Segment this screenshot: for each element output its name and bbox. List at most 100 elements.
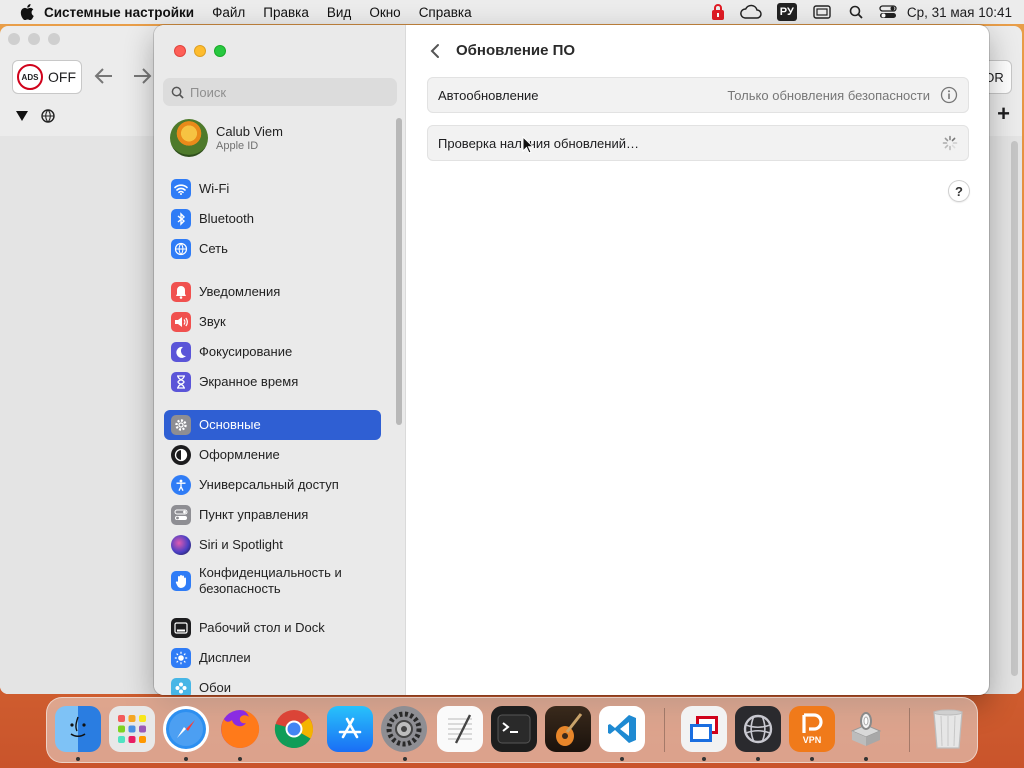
parallels-icon[interactable] <box>681 706 727 752</box>
finder-icon[interactable] <box>55 706 101 752</box>
search-input[interactable] <box>190 84 380 100</box>
sidebar-item-label: Конфиденциальность и безопасность <box>199 565 342 596</box>
sidebar-item-wallpaper[interactable]: Обои <box>164 673 381 695</box>
sidebar-item-desktop-dock[interactable]: Рабочий стол и Dock <box>164 613 381 643</box>
sidebar-item-label: Wi-Fi <box>199 181 230 196</box>
minimize-button[interactable] <box>28 33 40 45</box>
running-indicator <box>702 757 706 761</box>
firefox-icon[interactable] <box>217 706 263 752</box>
sidebar-item-label: Экранное время <box>199 374 299 389</box>
sidebar-item-label: Сеть <box>199 241 228 256</box>
forward-arrow-icon[interactable] <box>130 64 154 88</box>
menu-bar: Системные настройки Файл Правка Вид Окно… <box>0 0 1024 24</box>
sidebar-item-notifications[interactable]: Уведомления <box>164 277 381 307</box>
search-field[interactable] <box>163 78 397 106</box>
close-button[interactable] <box>8 33 20 45</box>
window-icon[interactable] <box>813 0 831 24</box>
zoom-button[interactable] <box>214 45 226 57</box>
dock-separator <box>909 708 910 752</box>
browser-scrollbar[interactable] <box>1011 141 1018 676</box>
sidebar-item-siri-spotlight[interactable]: Siri и Spotlight <box>164 530 381 560</box>
ads-toggle-button[interactable]: ADS OFF <box>12 60 82 94</box>
minimize-button[interactable] <box>194 45 206 57</box>
ads-state: OFF <box>48 69 76 85</box>
sidebar-item-appearance[interactable]: Оформление <box>164 440 381 470</box>
vscode-icon[interactable] <box>599 706 645 752</box>
sidebar-item-privacy-security[interactable]: Конфиденциальность и безопасность <box>164 560 381 602</box>
running-indicator <box>620 757 624 761</box>
bell-icon <box>171 282 191 302</box>
help-button[interactable]: ? <box>949 181 969 201</box>
system-settings-icon[interactable] <box>381 706 427 752</box>
sidebar-item-control-center[interactable]: Пункт управления <box>164 500 381 530</box>
sidebar-item-label: Фокусирование <box>199 344 293 359</box>
terminal-icon[interactable] <box>491 706 537 752</box>
running-indicator <box>403 757 407 761</box>
sidebar-item-label: Обои <box>199 680 232 695</box>
add-icon[interactable]: + <box>997 103 1010 125</box>
running-indicator <box>756 757 760 761</box>
input-source-badge[interactable]: РУ <box>776 0 797 24</box>
back-arrow-icon[interactable] <box>92 64 116 88</box>
sidebar-item-bluetooth[interactable]: Bluetooth <box>164 204 381 234</box>
sidebar-item-label: Дисплеи <box>199 650 251 665</box>
lock-icon[interactable] <box>711 0 725 24</box>
app-store-icon[interactable] <box>327 706 373 752</box>
toggles-icon <box>171 505 191 525</box>
sidebar-item-general[interactable]: Основные <box>164 410 381 440</box>
sidebar-item-label: Основные <box>199 417 261 432</box>
sidebar: Calub Viem Apple ID Wi-Fi Bluetooth Сеть… <box>154 25 406 695</box>
ads-badge: ADS <box>17 64 43 90</box>
menu-view[interactable]: Вид <box>318 5 360 20</box>
trash-icon[interactable] <box>925 706 971 752</box>
textedit-icon[interactable] <box>437 706 483 752</box>
chrome-icon[interactable] <box>271 706 317 752</box>
sidebar-scrollbar[interactable] <box>396 118 402 425</box>
control-center-icon[interactable] <box>879 0 897 24</box>
dock: VPN <box>46 697 978 763</box>
clock[interactable]: Ср, 31 мая 10:41 <box>907 5 1012 20</box>
app-menu[interactable]: Системные настройки <box>38 5 203 20</box>
running-indicator <box>864 757 868 761</box>
globe-icon <box>171 239 191 259</box>
avatar <box>170 119 208 157</box>
menu-window[interactable]: Окно <box>360 5 409 20</box>
sidebar-item-accessibility[interactable]: Универсальный доступ <box>164 470 381 500</box>
back-button[interactable] <box>425 41 445 61</box>
sidebar-item-sound[interactable]: Звук <box>164 307 381 337</box>
search-icon[interactable] <box>849 0 863 24</box>
profile-subtitle: Apple ID <box>216 140 259 152</box>
system-settings-window: Calub Viem Apple ID Wi-Fi Bluetooth Сеть… <box>154 25 989 695</box>
zoom-button[interactable] <box>48 33 60 45</box>
garageband-icon[interactable] <box>545 706 591 752</box>
installer-icon[interactable] <box>843 706 889 752</box>
bluetooth-icon <box>171 209 191 229</box>
menu-help[interactable]: Справка <box>410 5 481 20</box>
running-indicator <box>238 757 242 761</box>
info-icon[interactable] <box>940 86 958 104</box>
icloud-icon[interactable] <box>739 0 763 24</box>
main-pane: Обновление ПО Автообновление Только обно… <box>407 25 989 695</box>
disclosure-triangle-icon[interactable] <box>16 111 28 121</box>
vpn-icon[interactable]: VPN <box>789 706 835 752</box>
apple-id-profile[interactable]: Calub Viem Apple ID <box>170 119 283 157</box>
hourglass-icon <box>171 372 191 392</box>
page-title: Обновление ПО <box>456 42 576 59</box>
siri-icon <box>171 535 191 555</box>
browser-app-icon[interactable] <box>735 706 781 752</box>
launchpad-icon[interactable] <box>109 706 155 752</box>
globe-icon <box>41 109 55 123</box>
sidebar-item-displays[interactable]: Дисплеи <box>164 643 381 673</box>
auto-update-row[interactable]: Автообновление Только обновления безопас… <box>427 77 969 113</box>
gear-icon <box>171 415 191 435</box>
menu-file[interactable]: Файл <box>203 5 254 20</box>
sidebar-item-wifi[interactable]: Wi-Fi <box>164 174 381 204</box>
sidebar-item-focus[interactable]: Фокусирование <box>164 337 381 367</box>
safari-icon[interactable] <box>163 706 209 752</box>
sidebar-item-label: Уведомления <box>199 284 281 299</box>
menu-edit[interactable]: Правка <box>254 5 318 20</box>
sidebar-item-network[interactable]: Сеть <box>164 234 381 264</box>
apple-icon[interactable] <box>16 0 38 24</box>
sidebar-item-screen-time[interactable]: Экранное время <box>164 367 381 397</box>
close-button[interactable] <box>174 45 186 57</box>
